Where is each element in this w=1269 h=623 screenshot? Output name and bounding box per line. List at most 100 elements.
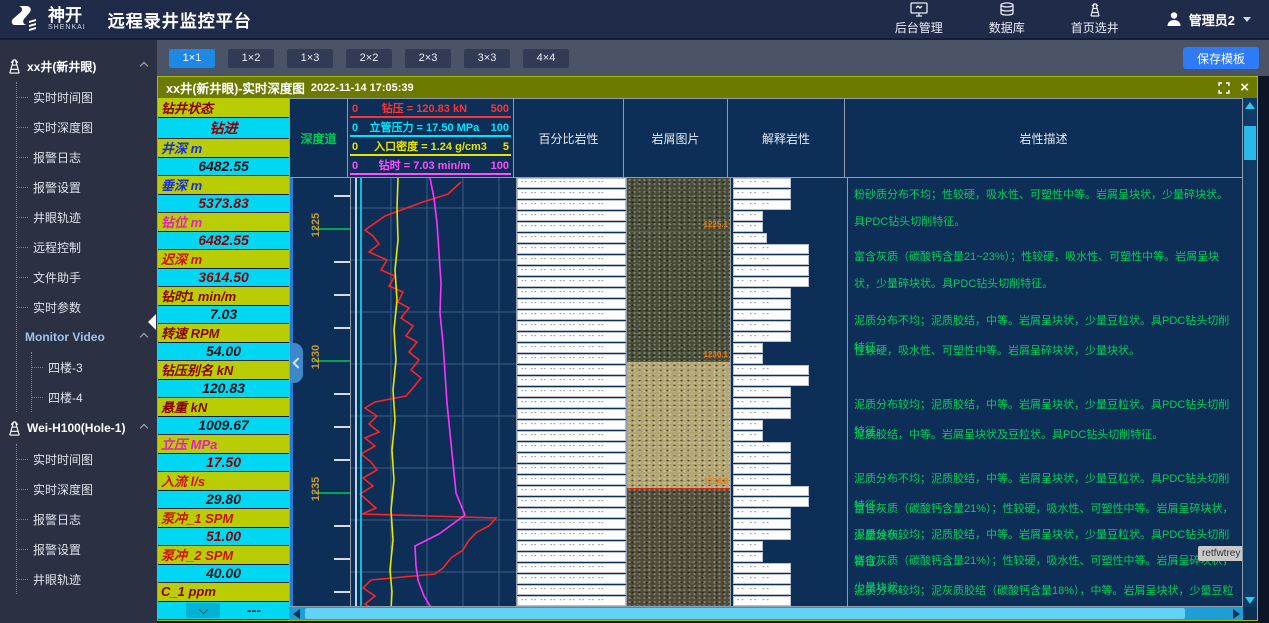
pct-lithology-row: -- -- -- -- -- -- -- -- -- (517, 464, 626, 474)
horizontal-scrollbar[interactable] (289, 607, 1243, 620)
sidebar-item-报警设置[interactable]: 报警设置 (17, 534, 157, 564)
track-collapse-handle[interactable] (290, 343, 303, 383)
param-row: 悬重 kN1009.67 (158, 398, 289, 435)
pct-lithology-row: -- -- -- -- -- -- -- -- -- (517, 277, 626, 287)
layout-tab-1×1[interactable]: 1×1 (169, 49, 215, 68)
layout-tab-1×3[interactable]: 1×3 (287, 49, 333, 68)
app-header: 神开 SHENKAI 远程录井监控平台 后台管理 数据库 首页选井 (0, 0, 1269, 40)
legend-max: 100 (491, 121, 509, 135)
param-label: 悬重 kN (158, 398, 289, 417)
pct-lithology-row: -- -- -- -- -- -- -- -- -- (517, 266, 626, 276)
param-value-text: 6482.55 (198, 158, 249, 174)
pct-lithology-header: 百分比岩性 (514, 99, 624, 177)
depth-minor-tick (334, 195, 350, 197)
interpreted-lithology-cell: -- -- -- (733, 365, 809, 375)
interpreted-lithology-cell: -- -- -- (733, 398, 791, 408)
sidebar-item-报警设置[interactable]: 报警设置 (17, 172, 157, 202)
sidebar-item-文件助手[interactable]: 文件助手 (17, 262, 157, 292)
cuttings-boundary-line (627, 361, 730, 362)
layout-tab-2×3[interactable]: 2×3 (405, 49, 451, 68)
curve-钻时 (415, 178, 465, 606)
interpreted-lithology-cell: -- -- -- (733, 332, 791, 342)
vertical-scroll-thumb[interactable] (1244, 126, 1256, 160)
legend-max: 5 (503, 140, 509, 154)
sidebar-item-实时深度图[interactable]: 实时深度图 (17, 474, 157, 504)
sidebar-node-Monitor Video[interactable]: Monitor Video (17, 322, 157, 352)
interpreted-lithology-cell: -- -- -- (733, 552, 763, 562)
pct-lithology-row: -- -- -- -- -- -- -- -- -- (517, 398, 626, 408)
interpreted-lithology-cell: -- -- -- (733, 596, 791, 606)
nav-label: 首页选井 (1071, 19, 1119, 36)
param-label: 泵冲_2 SPM (158, 546, 289, 565)
sidebar-item-四楼-4[interactable]: 四楼-4 (32, 382, 157, 412)
layout-tab-1×2[interactable]: 1×2 (228, 49, 274, 68)
sidebar-item-报警日志[interactable]: 报警日志 (17, 142, 157, 172)
nav-backstage[interactable]: 后台管理 (895, 2, 943, 36)
leaf-label: 实时时间图 (33, 451, 93, 468)
sidebar-item-四楼-3[interactable]: 四楼-3 (32, 352, 157, 382)
param-label: 迟深 m (158, 250, 289, 269)
depth-minor-tick (334, 261, 350, 263)
nav-label: 后台管理 (895, 19, 943, 36)
layout-tab-2×2[interactable]: 2×2 (346, 49, 392, 68)
sidebar-item-实时参数[interactable]: 实时参数 (17, 292, 157, 322)
horizontal-scroll-thumb[interactable] (305, 608, 1185, 619)
sidebar-well-node[interactable]: Wei-H100(Hole-1) (6, 412, 157, 444)
legend-min: 0 (352, 121, 358, 135)
well-children: 实时时间图实时深度图报警日志报警设置井眼轨迹远程控制文件助手实时参数Monito… (16, 82, 157, 412)
save-template-button[interactable]: 保存模板 (1183, 47, 1259, 69)
param-row: 钻井状态钻进 (158, 98, 289, 139)
scroll-down-arrow[interactable] (1243, 593, 1257, 607)
close-icon[interactable]: × (1240, 80, 1249, 95)
legend-row-入口密度: 0入口密度 = 1.24 g/cm35 (350, 139, 511, 156)
sidebar-item-远程控制[interactable]: 远程控制 (17, 232, 157, 262)
nav-database[interactable]: 数据库 (989, 2, 1025, 36)
user-name: 管理员2 (1189, 10, 1235, 29)
param-label: 钻井状态 (158, 98, 289, 118)
param-value: --- (158, 602, 289, 620)
legend-text: 钻压 = 120.83 kN (382, 102, 467, 116)
sidebar-item-实时深度图[interactable]: 实时深度图 (17, 112, 157, 142)
nav-well-select[interactable]: 首页选井 (1071, 2, 1119, 36)
interpreted-lithology-cell: -- -- -- (733, 233, 767, 243)
vertical-scrollbar[interactable] (1243, 98, 1257, 607)
sidebar-item-报警日志[interactable]: 报警日志 (17, 504, 157, 534)
param-row: 泵冲_2 SPM40.00 (158, 546, 289, 583)
fullscreen-icon[interactable] (1218, 82, 1230, 94)
lithology-description-text: 性较硬，吸水性、可塑性中等。岩屑呈碎块状，少量块状。 (854, 338, 1238, 365)
interpreted-lithology-cell: -- -- -- (733, 288, 791, 298)
param-dropdown-button[interactable] (186, 603, 220, 619)
layout-tab-4×4[interactable]: 4×4 (523, 49, 569, 68)
layout-tab-3×3[interactable]: 3×3 (464, 49, 510, 68)
interpreted-lithology-header: 解释岩性 (728, 99, 845, 177)
sidebar-item-实时时间图[interactable]: 实时时间图 (17, 82, 157, 112)
param-value: 1009.67 (158, 417, 289, 435)
pct-lithology-row: -- -- -- -- -- -- -- -- -- (517, 321, 626, 331)
user-menu[interactable]: 管理员2 (1165, 10, 1251, 29)
sidebar-collapse-handle[interactable] (148, 314, 156, 330)
sidebar-item-井眼轨迹[interactable]: 井眼轨迹 (17, 202, 157, 232)
panel-title-bar: xx井(新井眼)-实时深度图 2022-11-14 17:05:39 × (158, 77, 1257, 98)
interpreted-lithology-cell: -- -- -- (733, 574, 791, 584)
pct-lithology-row: -- -- -- -- -- -- -- -- -- (517, 475, 626, 485)
scroll-left-arrow[interactable] (289, 607, 303, 620)
param-row: 钻压别名 kN120.83 (158, 361, 289, 398)
scroll-up-arrow[interactable] (1243, 98, 1257, 112)
leaf-label: 井眼轨迹 (33, 571, 81, 588)
legend-max: 500 (491, 102, 509, 116)
interpreted-lithology-cell: -- -- -- (733, 420, 763, 430)
sidebar-well-node[interactable]: xx井(新井眼) (6, 50, 157, 82)
sidebar-item-实时时间图[interactable]: 实时时间图 (17, 444, 157, 474)
param-value: 6482.55 (158, 158, 289, 176)
depth-chart: 深度道 0钻压 = 120.83 kN5000立管压力 = 17.50 MPa1… (289, 98, 1257, 620)
depth-tick-label: 1230 (310, 342, 322, 372)
brand-cn: 神开 (48, 7, 86, 24)
param-value-text: 6482.55 (198, 232, 249, 248)
sidebar-item-井眼轨迹[interactable]: 井眼轨迹 (17, 564, 157, 594)
lithology-description-track: 粉砂质分布不均；性较硬，吸水性、可塑性中等。岩屑呈块状，少量碎块状。具PDC钻头… (848, 178, 1242, 606)
param-value: 120.83 (158, 380, 289, 398)
pct-lithology-row: -- -- -- -- -- -- -- -- -- (517, 354, 626, 364)
interpreted-lithology-cell: -- -- -- (733, 277, 809, 287)
scroll-right-arrow[interactable] (1229, 607, 1243, 620)
hover-tooltip: retfwtrey (1198, 546, 1242, 561)
